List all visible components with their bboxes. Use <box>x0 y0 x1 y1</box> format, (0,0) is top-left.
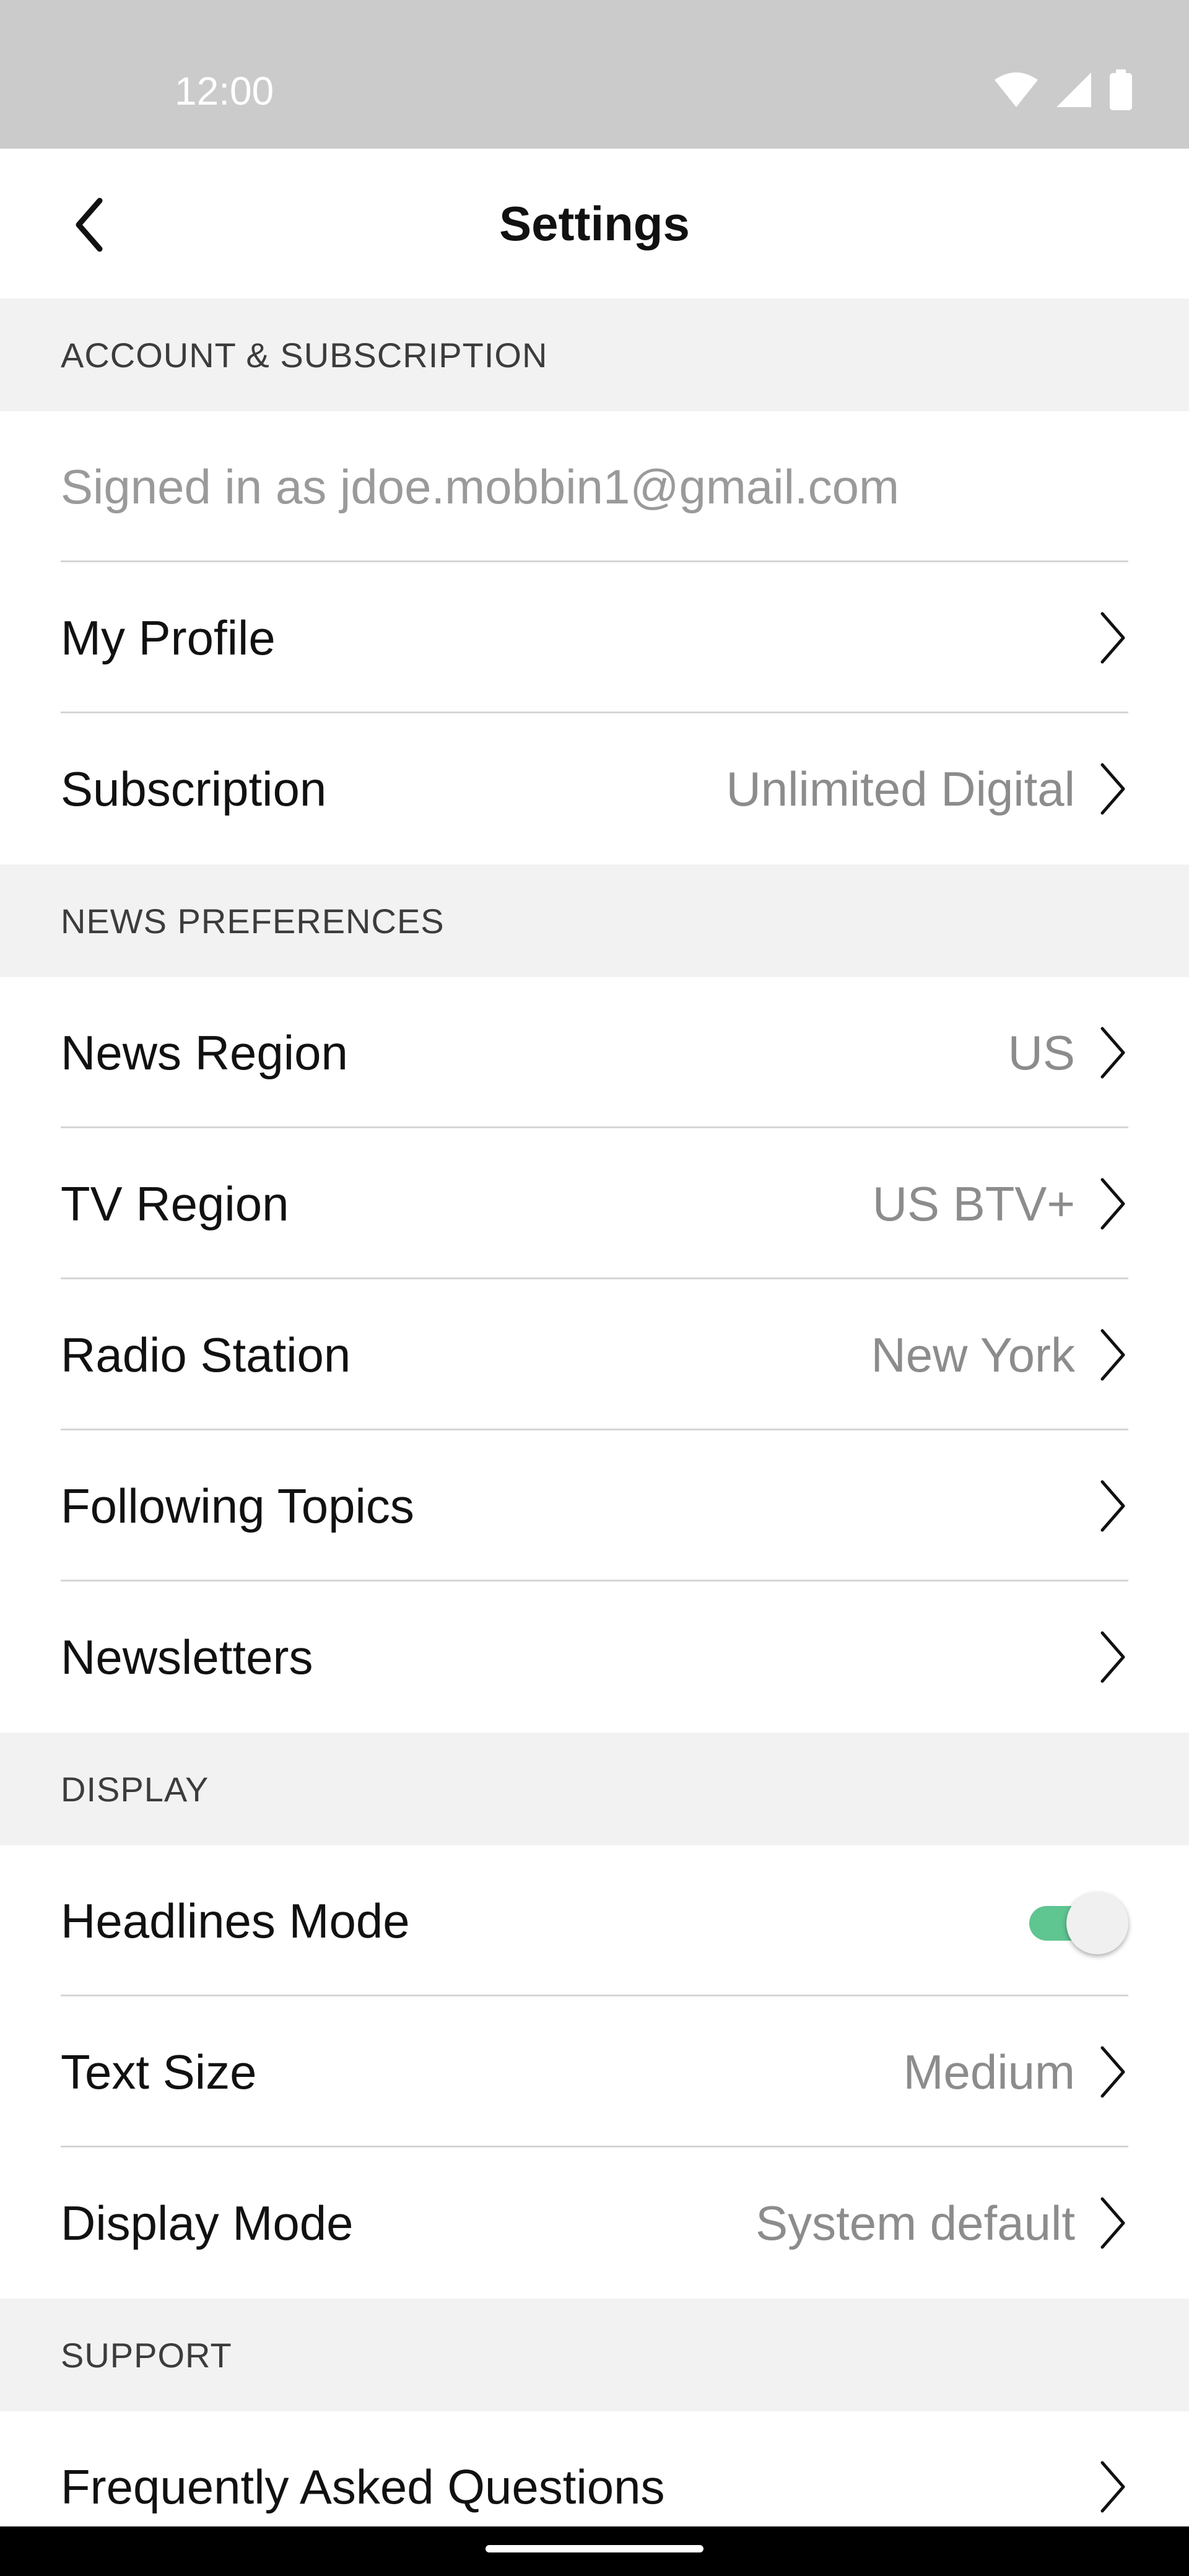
chevron-right-icon <box>1097 2459 1128 2515</box>
news-region-row[interactable]: News Region US <box>0 977 1189 1128</box>
status-icons <box>993 69 1133 113</box>
chevron-right-icon <box>1097 2044 1128 2100</box>
section-header-display: DISPLAY <box>0 1733 1189 1845</box>
page-title: Settings <box>499 196 690 251</box>
section-header-account: ACCOUNT & SUBSCRIPTION <box>0 298 1189 411</box>
news-region-label: News Region <box>61 1025 348 1080</box>
faq-label: Frequently Asked Questions <box>61 2459 665 2514</box>
section-header-support: SUPPORT <box>0 2299 1189 2411</box>
text-size-label: Text Size <box>61 2044 257 2099</box>
toggle-thumb <box>1066 1892 1128 1954</box>
text-size-value: Medium <box>903 2044 1075 2099</box>
following-topics-label: Following Topics <box>61 1478 414 1533</box>
my-profile-label: My Profile <box>61 610 276 665</box>
chevron-right-icon <box>1097 761 1128 817</box>
news-region-value: US <box>1008 1025 1075 1080</box>
chevron-right-icon <box>1097 1478 1128 1534</box>
app-bar: Settings <box>0 149 1189 298</box>
chevron-right-icon <box>1097 1025 1128 1081</box>
system-nav-bar <box>0 2526 1189 2576</box>
chevron-right-icon <box>1097 1629 1128 1685</box>
subscription-label: Subscription <box>61 761 327 816</box>
chevron-right-icon <box>1097 2195 1128 2251</box>
chevron-right-icon <box>1097 1327 1128 1383</box>
signed-in-text: Signed in as jdoe.mobbin1@gmail.com <box>61 459 899 514</box>
newsletters-label: Newsletters <box>61 1629 313 1684</box>
display-mode-label: Display Mode <box>61 2195 354 2250</box>
headlines-mode-label: Headlines Mode <box>61 1893 410 1948</box>
tv-region-value: US BTV+ <box>872 1176 1075 1231</box>
subscription-value: Unlimited Digital <box>726 761 1075 816</box>
tv-region-label: TV Region <box>61 1176 289 1231</box>
chevron-right-icon <box>1097 1176 1128 1232</box>
display-mode-value: System default <box>756 2195 1075 2250</box>
radio-station-row[interactable]: Radio Station New York <box>0 1279 1189 1430</box>
radio-station-label: Radio Station <box>61 1327 351 1382</box>
settings-list: ACCOUNT & SUBSCRIPTION Signed in as jdoe… <box>0 298 1189 2562</box>
section-header-news: NEWS PREFERENCES <box>0 864 1189 977</box>
newsletters-row[interactable]: Newsletters <box>0 1582 1189 1733</box>
status-time: 12:00 <box>175 69 274 113</box>
chevron-left-icon <box>71 197 108 256</box>
headlines-mode-row: Headlines Mode <box>0 1845 1189 1996</box>
text-size-row[interactable]: Text Size Medium <box>0 1996 1189 2147</box>
subscription-row[interactable]: Subscription Unlimited Digital <box>0 713 1189 864</box>
headlines-mode-toggle[interactable] <box>1029 1890 1128 1954</box>
signed-in-row: Signed in as jdoe.mobbin1@gmail.com <box>0 411 1189 562</box>
tv-region-row[interactable]: TV Region US BTV+ <box>0 1128 1189 1279</box>
back-button[interactable] <box>50 186 130 266</box>
chevron-right-icon <box>1097 610 1128 666</box>
status-bar: 12:00 <box>0 0 1189 149</box>
my-profile-row[interactable]: My Profile <box>0 562 1189 713</box>
display-mode-row[interactable]: Display Mode System default <box>0 2147 1189 2299</box>
cell-signal-icon <box>1055 71 1092 111</box>
radio-station-value: New York <box>871 1327 1075 1382</box>
wifi-icon <box>993 71 1039 111</box>
battery-icon <box>1108 69 1133 113</box>
following-topics-row[interactable]: Following Topics <box>0 1430 1189 1582</box>
home-gesture-handle[interactable] <box>486 2545 703 2552</box>
